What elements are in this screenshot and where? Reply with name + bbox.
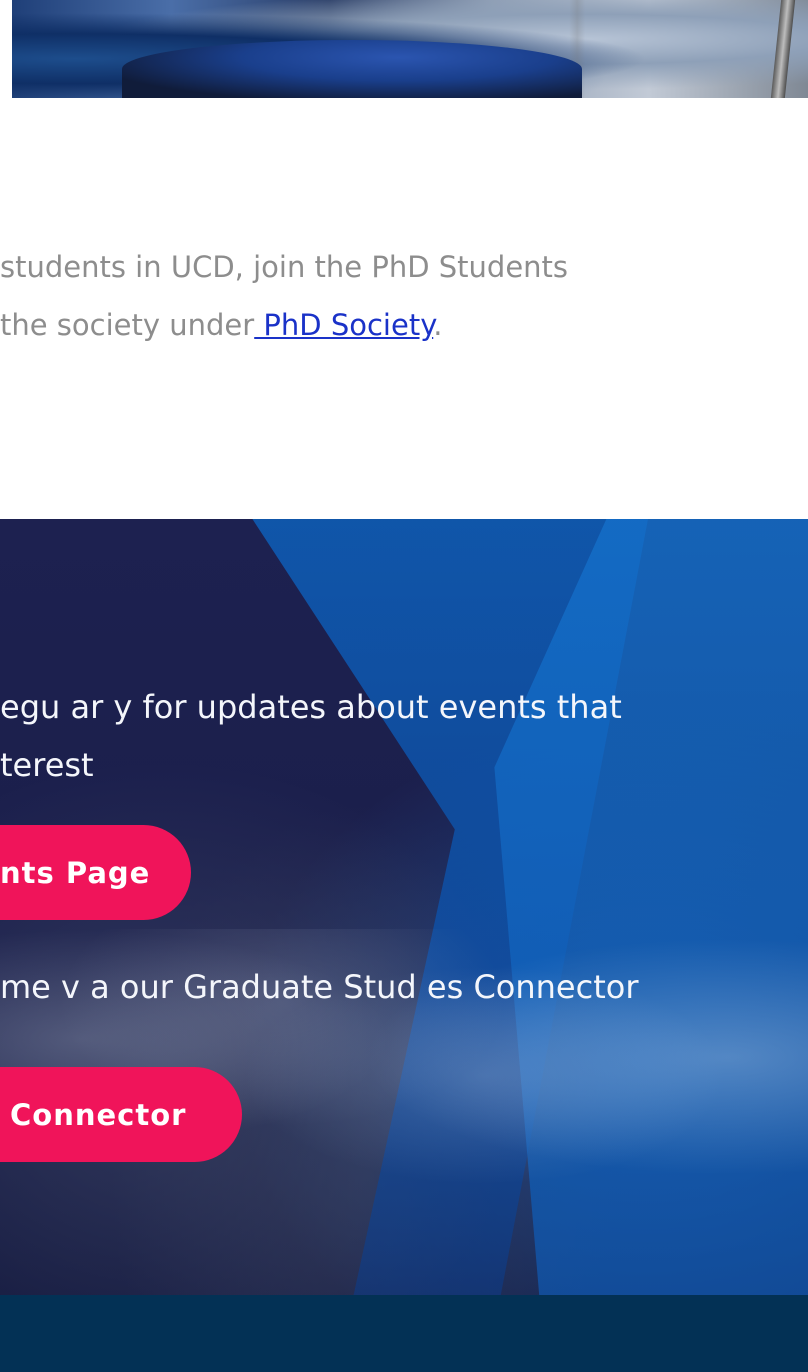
events-page-button-label: nts Page	[0, 855, 151, 890]
intro-line-2: the society under PhD Society.	[0, 296, 720, 354]
intro-line-2-end: .	[433, 308, 443, 342]
hero-photo	[12, 0, 808, 98]
phd-society-link[interactable]: PhD Society	[254, 308, 433, 342]
connector-description: me v a our Graduate Stud es Connector	[0, 968, 639, 1006]
events-description-line-1: egu ar y for updates about events that	[0, 688, 622, 726]
intro-line-1: students in UCD, join the PhD Students	[0, 250, 569, 284]
window-frame	[770, 0, 796, 98]
events-page-button[interactable]: nts Page	[0, 825, 191, 920]
intro-line-2-text: the society under	[0, 308, 255, 342]
events-description-line-2: terest	[0, 746, 94, 784]
connector-button-label: Connector	[10, 1097, 187, 1132]
events-description: egu ar y for updates about events that t…	[0, 678, 622, 794]
intro-paragraph: students in UCD, join the PhD Students t…	[0, 238, 720, 354]
chair-image	[122, 40, 582, 98]
connector-button[interactable]: Connector	[0, 1067, 242, 1162]
footer-bar	[0, 1295, 808, 1372]
events-promo-section: egu ar y for updates about events that t…	[0, 519, 808, 1295]
